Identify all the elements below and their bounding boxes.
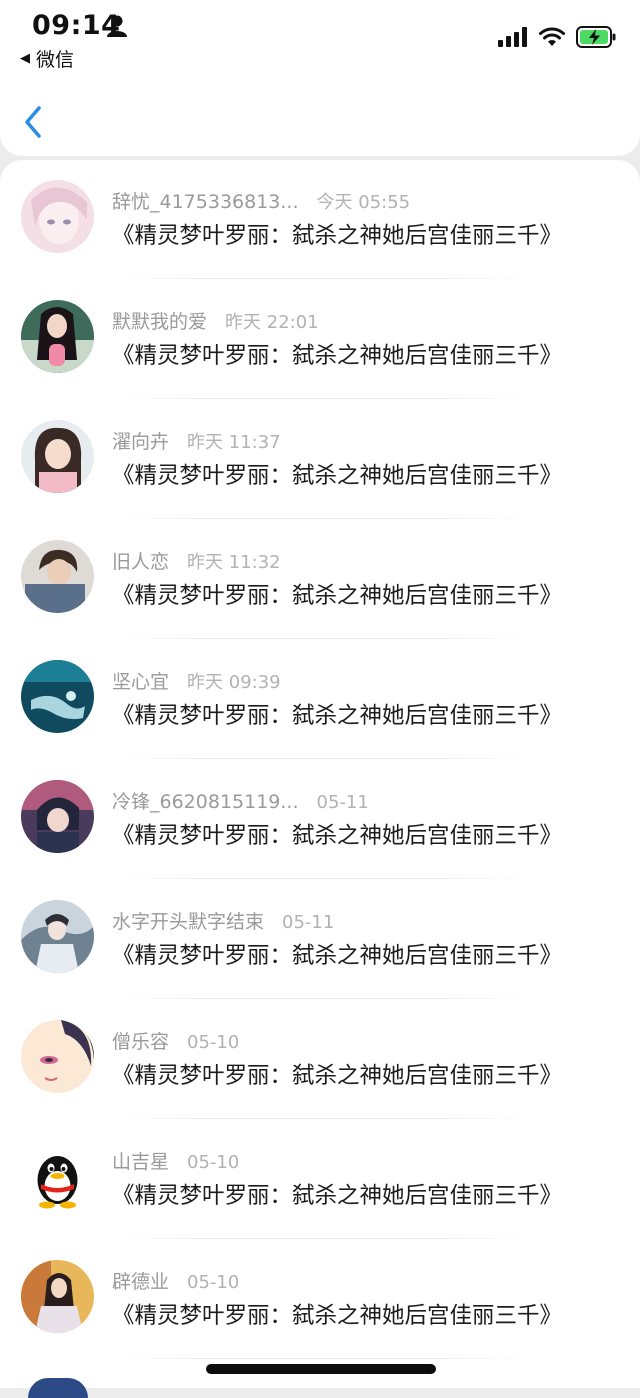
comment-text: 《精灵梦叶罗丽：弑杀之神她后宫佳丽三千》 [112,943,563,969]
divider [112,1358,530,1359]
username[interactable]: 辟德业 [112,1267,169,1294]
timestamp: 今天 05:55 [316,192,411,213]
divider [112,1238,530,1239]
comment-row[interactable]: 濯向卉 昨天 11:37 《精灵梦叶罗丽：弑杀之神她后宫佳丽三千》 [0,400,640,519]
back-triangle-icon: ◀ [20,51,30,66]
comment-row[interactable]: 默默我的爱 昨天 22:01 《精灵梦叶罗丽：弑杀之神她后宫佳丽三千》 [0,280,640,399]
timestamp: 05-10 [187,1032,240,1053]
timestamp: 05-10 [187,1152,240,1173]
comment-meta: 坚心宜 昨天 09:39 [112,667,281,694]
status-icons [498,26,616,48]
underwater-avatar[interactable] [21,660,94,733]
username[interactable]: 坚心宜 [112,667,169,694]
wifi-icon [539,27,565,46]
comment-text: 《精灵梦叶罗丽：弑杀之神她后宫佳丽三千》 [112,223,563,249]
timestamp: 05-11 [316,792,369,813]
comment-row[interactable]: 辟德业 05-10 《精灵梦叶罗丽：弑杀之神她后宫佳丽三千》 [0,1240,640,1359]
qq-penguin-avatar[interactable] [21,1140,94,1213]
divider [112,878,530,879]
timestamp: 昨天 09:39 [187,672,281,693]
divider [112,278,530,279]
timestamp: 05-11 [282,912,335,933]
anime-boy-avatar[interactable] [21,780,94,853]
comment-meta: 僧乐容 05-10 [112,1027,239,1054]
comment-text: 《精灵梦叶罗丽：弑杀之神她后宫佳丽三千》 [112,823,563,849]
comment-text: 《精灵梦叶罗丽：弑杀之神她后宫佳丽三千》 [112,1303,563,1329]
comment-text: 《精灵梦叶罗丽：弑杀之神她后宫佳丽三千》 [112,463,563,489]
ancient-boy-avatar[interactable] [21,900,94,973]
timestamp: 昨天 22:01 [225,312,319,333]
chevron-left-icon[interactable] [20,102,50,142]
back-to-app-link[interactable]: ◀ 微信 [20,45,74,72]
username[interactable]: 冷锋_6620815119... [112,787,299,814]
next-avatar-partial [28,1378,88,1398]
username[interactable]: 水字开头默字结束 [112,907,264,934]
comment-text: 《精灵梦叶罗丽：弑杀之神她后宫佳丽三千》 [112,1183,563,1209]
username[interactable]: 辞忧_4175336813... [112,187,299,214]
comment-row[interactable]: 水字开头默字结束 05-11 《精灵梦叶罗丽：弑杀之神她后宫佳丽三千》 [0,880,640,999]
comment-meta: 辞忧_4175336813... 今天 05:55 [112,187,410,214]
anime-girl-avatar[interactable] [21,1020,94,1093]
home-indicator[interactable] [206,1364,436,1374]
doll-girl-avatar[interactable] [21,300,94,373]
autumn-girl-avatar[interactable] [21,1260,94,1333]
comment-row[interactable]: 冷锋_6620815119... 05-11 《精灵梦叶罗丽：弑杀之神她后宫佳丽… [0,760,640,879]
comment-text: 《精灵梦叶罗丽：弑杀之神她后宫佳丽三千》 [112,1063,563,1089]
username[interactable]: 僧乐容 [112,1027,169,1054]
comment-meta: 辟德业 05-10 [112,1267,239,1294]
comment-row[interactable]: 坚心宜 昨天 09:39 《精灵梦叶罗丽：弑杀之神她后宫佳丽三千》 [0,640,640,759]
divider [112,1118,530,1119]
person-icon [107,15,127,37]
header: 09:14 ◀ 微信 [0,0,640,156]
timestamp: 昨天 11:37 [187,432,281,453]
comment-text: 《精灵梦叶罗丽：弑杀之神她后宫佳丽三千》 [112,703,563,729]
divider [112,758,530,759]
comment-list[interactable]: 辞忧_4175336813... 今天 05:55 《精灵梦叶罗丽：弑杀之神她后… [0,160,640,1388]
comment-row[interactable]: 辞忧_4175336813... 今天 05:55 《精灵梦叶罗丽：弑杀之神她后… [0,160,640,279]
back-app-label: 微信 [36,49,75,71]
timestamp: 05-10 [187,1272,240,1293]
comment-meta: 冷锋_6620815119... 05-11 [112,787,369,814]
signal-icon [498,27,527,47]
comment-meta: 水字开头默字结束 05-11 [112,907,334,934]
timestamp: 昨天 11:32 [187,552,281,573]
divider [112,998,530,999]
username[interactable]: 旧人恋 [112,547,169,574]
username[interactable]: 濯向卉 [112,427,169,454]
comment-text: 《精灵梦叶罗丽：弑杀之神她后宫佳丽三千》 [112,343,563,369]
girl-photo-avatar[interactable] [21,420,94,493]
comment-row[interactable]: 僧乐容 05-10 《精灵梦叶罗丽：弑杀之神她后宫佳丽三千》 [0,1000,640,1119]
divider [112,518,530,519]
username[interactable]: 山吉星 [112,1147,169,1174]
divider [112,638,530,639]
battery-charging-icon [576,26,616,48]
comment-row[interactable]: 旧人恋 昨天 11:32 《精灵梦叶罗丽：弑杀之神她后宫佳丽三千》 [0,520,640,639]
comment-meta: 默默我的爱 昨天 22:01 [112,307,319,334]
comment-meta: 濯向卉 昨天 11:37 [112,427,281,454]
divider [112,398,530,399]
comment-text: 《精灵梦叶罗丽：弑杀之神她后宫佳丽三千》 [112,583,563,609]
girl-pink-avatar[interactable] [21,180,94,253]
comment-row[interactable]: 山吉星 05-10 《精灵梦叶罗丽：弑杀之神她后宫佳丽三千》 [0,1120,640,1239]
boy-photo-avatar[interactable] [21,540,94,613]
comment-meta: 山吉星 05-10 [112,1147,239,1174]
comment-meta: 旧人恋 昨天 11:32 [112,547,281,574]
username[interactable]: 默默我的爱 [112,307,207,334]
